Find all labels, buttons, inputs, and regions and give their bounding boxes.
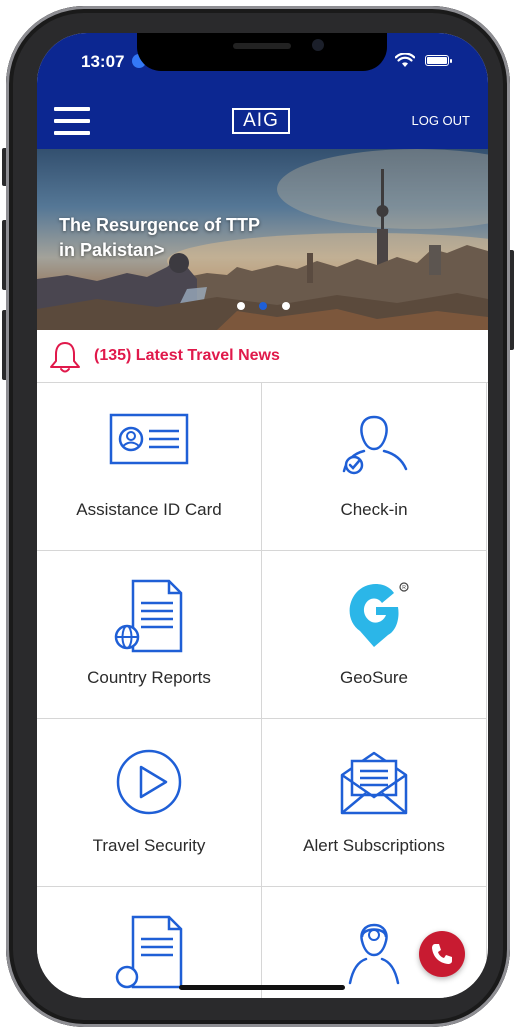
- carousel-dot-1[interactable]: [237, 302, 245, 310]
- document-icon: [115, 915, 183, 989]
- call-button[interactable]: [419, 931, 465, 977]
- hero-headline[interactable]: The Resurgence of TTP in Pakistan>: [59, 213, 309, 263]
- tile-assistance-id-card[interactable]: Assistance ID Card: [37, 383, 262, 551]
- tile-label: Travel Security: [92, 836, 206, 855]
- front-camera: [312, 39, 324, 51]
- news-label: (135) Latest Travel News: [94, 347, 280, 364]
- geosure-logo-icon: R: [349, 582, 409, 647]
- tile-country-reports[interactable]: Country Reports: [37, 551, 262, 719]
- person-check-icon: [342, 415, 408, 475]
- play-circle-icon: [116, 749, 182, 815]
- svg-text:R: R: [402, 585, 406, 591]
- app-header: AIG LOG OUT: [37, 91, 488, 149]
- envelope-letter-icon: [340, 751, 408, 815]
- hero-banner[interactable]: The Resurgence of TTP in Pakistan>: [37, 149, 488, 330]
- phone-screen: 13:07 AIG LOG OUT The Resurgence of TTP …: [37, 33, 488, 998]
- status-time: 13:07: [81, 52, 125, 71]
- phone-icon: [432, 944, 452, 964]
- tile-label: Assistance ID Card: [76, 500, 222, 519]
- carousel-pagination: [237, 297, 300, 315]
- latest-travel-news-link[interactable]: (135) Latest Travel News: [37, 330, 488, 383]
- wifi-icon: [395, 53, 415, 67]
- menu-icon[interactable]: [54, 107, 90, 135]
- logout-button[interactable]: LOG OUT: [411, 113, 470, 128]
- aig-logo: AIG: [232, 108, 290, 134]
- tile-alert-subscriptions[interactable]: Alert Subscriptions: [262, 719, 487, 887]
- hero-headline-line2: in Pakistan>: [59, 240, 165, 260]
- person-headset-icon: [348, 923, 400, 985]
- tile-label: Alert Subscriptions: [303, 836, 445, 855]
- tile-label: GeoSure: [339, 668, 409, 687]
- tile-documents[interactable]: [37, 887, 262, 998]
- tile-label: Check-in: [340, 500, 408, 519]
- hero-headline-line1: The Resurgence of TTP: [59, 215, 261, 235]
- home-indicator[interactable]: [179, 985, 345, 990]
- notch: [137, 33, 387, 71]
- tile-check-in[interactable]: Check-in: [262, 383, 487, 551]
- id-card-icon: [109, 413, 189, 465]
- carousel-dot-3[interactable]: [281, 302, 290, 310]
- tile-travel-security[interactable]: Travel Security: [37, 719, 262, 887]
- globe-document-icon: [114, 579, 183, 653]
- tile-geosure[interactable]: R GeoSure: [262, 551, 487, 719]
- battery-icon: [425, 55, 452, 66]
- speaker-grille: [233, 43, 291, 49]
- tile-label: Country Reports: [87, 668, 211, 687]
- carousel-dot-2[interactable]: [259, 302, 268, 310]
- bell-icon: [50, 342, 80, 373]
